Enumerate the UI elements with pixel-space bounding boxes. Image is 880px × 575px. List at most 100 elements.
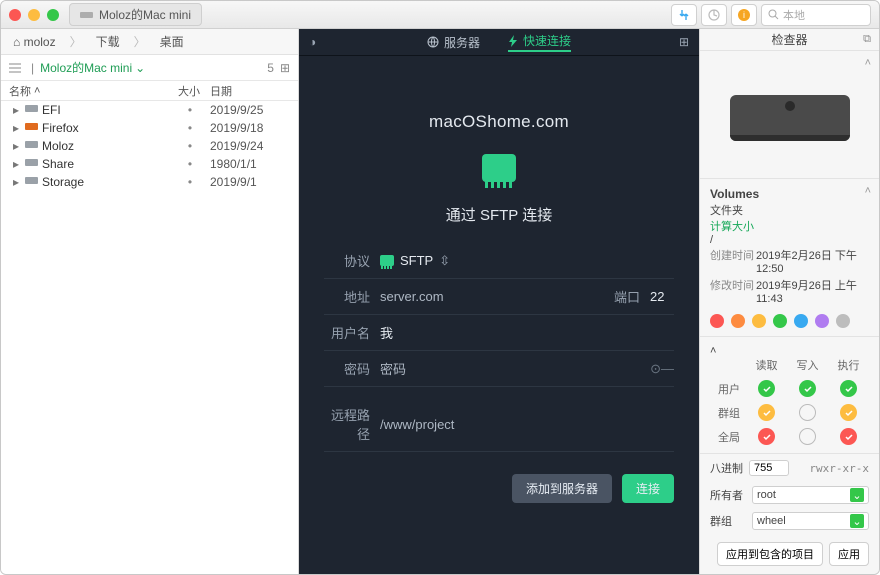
perm-global-exec[interactable] (840, 428, 857, 445)
chevron-up-icon[interactable]: ˄ (710, 345, 716, 357)
tag-color[interactable] (710, 314, 724, 328)
file-size: • (170, 175, 210, 189)
tab-quick-connect[interactable]: 快速连接 (508, 32, 571, 52)
breadcrumb: ⌂ moloz 〉 下载 〉 桌面 (1, 29, 298, 55)
home-icon[interactable]: ⌂ moloz (13, 35, 56, 49)
disk-icon (80, 10, 93, 20)
octal-label: 八进制 (710, 460, 743, 476)
sftp-icon (380, 255, 394, 266)
search-input[interactable]: 本地 (761, 4, 871, 26)
group-select[interactable]: wheel⌄ (752, 512, 869, 530)
disk-icon (25, 139, 38, 153)
permissions-section: ˄ 读取 写入 执行 用户 群组 全局 (700, 337, 879, 454)
tag-color[interactable] (752, 314, 766, 328)
username-label: 用户名 (324, 323, 380, 342)
window-controls (9, 9, 59, 21)
address-input[interactable]: server.com (380, 289, 614, 304)
table-row[interactable]: ▸ EFI • 2019/9/25 (1, 101, 298, 119)
titlebar: Moloz的Mac mini i 本地 (1, 1, 879, 29)
inspector-panel: 检查器 ⧉ ˄ ˄ Volumes 文件夹 计算大小 / 创建时间2019年2月… (699, 29, 879, 574)
tag-color[interactable] (836, 314, 850, 328)
file-date: 1980/1/1 (210, 157, 290, 171)
disk-icon (25, 175, 38, 189)
tag-color[interactable] (794, 314, 808, 328)
menu-icon[interactable]: ◑ (309, 35, 316, 49)
key-icon[interactable]: ⊙— (650, 361, 674, 377)
apply-button[interactable]: 应用 (829, 542, 869, 566)
file-size: • (170, 103, 210, 117)
perm-global-read[interactable] (758, 428, 775, 445)
disclosure-icon: ▸ (9, 139, 23, 153)
file-size: • (170, 157, 210, 171)
chevron-up-icon[interactable]: ˄ (865, 185, 871, 197)
location-bar[interactable]: | Moloz的Mac mini ⌄ 5 ⊞ (1, 55, 298, 81)
perm-group-read[interactable] (758, 404, 775, 421)
tab-server[interactable]: 服务器 (427, 34, 480, 51)
table-row[interactable]: ▸ Firefox • 2019/9/18 (1, 119, 298, 137)
file-name: EFI (42, 103, 170, 117)
apply-contained-button[interactable]: 应用到包含的项目 (717, 542, 823, 566)
remote-path-input[interactable]: /www/project (380, 417, 674, 432)
info-button[interactable]: i (731, 4, 757, 26)
perm-user-read[interactable] (758, 380, 775, 397)
left-panel: ⌂ moloz 〉 下载 〉 桌面 | Moloz的Mac mini ⌄ 5 ⊞… (1, 29, 299, 574)
connect-button[interactable]: 连接 (622, 474, 674, 503)
add-to-server-button[interactable]: 添加到服务器 (512, 474, 612, 503)
window-tab[interactable]: Moloz的Mac mini (69, 3, 202, 26)
breadcrumb-item[interactable]: 桌面 (160, 33, 184, 50)
item-count: 5 (267, 61, 274, 75)
table-row[interactable]: ▸ Share • 1980/1/1 (1, 155, 298, 173)
connect-form: 协议 SFTP ⇳ 地址 server.com 端口 22 (324, 243, 674, 503)
perm-user-exec[interactable] (840, 380, 857, 397)
app-window: Moloz的Mac mini i 本地 ⌂ moloz 〉 下载 〉 桌面 | (0, 0, 880, 575)
grid-icon[interactable]: ⊞ (280, 61, 290, 75)
tag-color[interactable] (731, 314, 745, 328)
tag-color[interactable] (815, 314, 829, 328)
perm-group-write[interactable] (799, 404, 816, 421)
search-icon (768, 9, 779, 20)
firefox-icon (25, 121, 38, 135)
table-row[interactable]: ▸ Moloz • 2019/9/24 (1, 137, 298, 155)
perm-group-exec[interactable] (840, 404, 857, 421)
zoom-icon[interactable] (47, 9, 59, 21)
owner-select[interactable]: root⌄ (752, 486, 869, 504)
tab-title: Moloz的Mac mini (99, 6, 191, 23)
sftp-icon (482, 154, 516, 182)
perm-string: rwxr-xr-x (809, 462, 869, 475)
disclosure-icon: ▸ (9, 157, 23, 171)
file-name: Storage (42, 175, 170, 189)
table-row[interactable]: ▸ Storage • 2019/9/1 (1, 173, 298, 191)
chevron-up-icon[interactable]: ˄ (865, 57, 871, 69)
file-date: 2019/9/1 (210, 175, 290, 189)
port-input[interactable]: 22 (650, 289, 674, 304)
octal-input[interactable] (749, 460, 789, 476)
close-icon[interactable] (9, 9, 21, 21)
password-label: 密码 (324, 359, 380, 378)
protocol-select[interactable]: SFTP ⇳ (380, 253, 674, 269)
sort-asc-icon: ˄ (34, 85, 40, 97)
file-date: 2019/9/24 (210, 139, 290, 153)
tag-color[interactable] (773, 314, 787, 328)
center-panel: ◑ 服务器 快速连接 ⊞ macOShome.com 通过 SFTP 连接 协议 (299, 29, 699, 574)
inspector-title: 检查器 (771, 31, 807, 48)
globe-icon (427, 36, 439, 48)
activity-button[interactable] (701, 4, 727, 26)
item-type: 文件夹 (710, 202, 869, 218)
breadcrumb-item[interactable]: 下载 (96, 33, 120, 50)
perm-global-write[interactable] (799, 428, 816, 445)
popout-icon[interactable]: ⧉ (863, 33, 871, 46)
file-name: Moloz (42, 139, 170, 153)
dropdown-icon: ⌄ (850, 488, 864, 502)
group-label: 群组 (710, 513, 746, 529)
port-label: 端口 (614, 287, 640, 306)
grid-icon[interactable]: ⊞ (679, 35, 689, 49)
calculate-size[interactable]: 计算大小 (710, 218, 869, 234)
file-size: • (170, 121, 210, 135)
volume-name: Volumes (710, 187, 869, 201)
sync-button[interactable] (671, 4, 697, 26)
file-name: Share (42, 157, 170, 171)
minimize-icon[interactable] (28, 9, 40, 21)
username-input[interactable]: 我 (380, 323, 674, 342)
perm-user-write[interactable] (799, 380, 816, 397)
password-input[interactable]: 密码 (380, 359, 650, 378)
